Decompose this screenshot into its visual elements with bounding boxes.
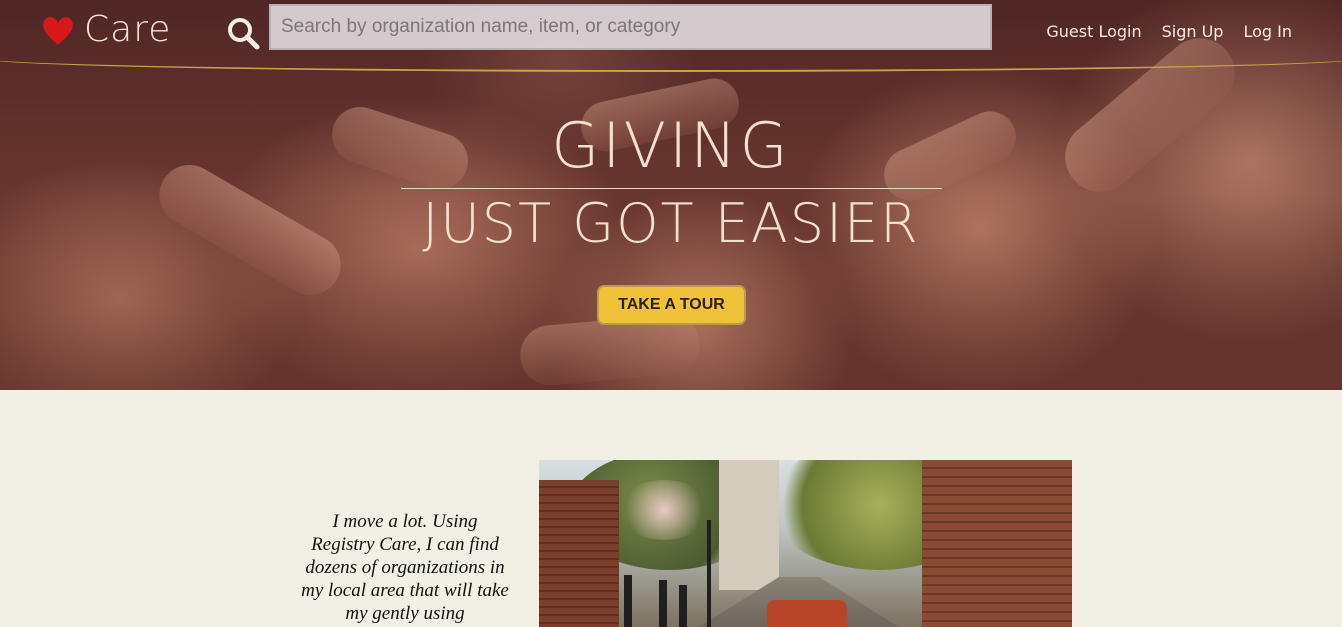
- hero-banner: Care Guest Login Sign Up Log In GIVING J…: [0, 0, 1342, 390]
- top-nav: Guest Login Sign Up Log In: [1046, 22, 1292, 41]
- hero-subtitle: JUST GOT EASIER: [422, 192, 920, 255]
- sign-up-link[interactable]: Sign Up: [1162, 22, 1224, 41]
- heart-icon: [43, 17, 73, 45]
- log-in-link[interactable]: Log In: [1243, 22, 1292, 41]
- take-a-tour-button[interactable]: TAKE A TOUR: [597, 285, 746, 325]
- page: Care Guest Login Sign Up Log In GIVING J…: [0, 0, 1342, 627]
- brand-name: Care: [84, 9, 172, 50]
- hero-rule: [401, 188, 942, 189]
- search-icon[interactable]: [226, 16, 260, 50]
- armchair: [767, 600, 847, 627]
- logo[interactable]: Care: [40, 10, 171, 50]
- street-photo: [539, 460, 1072, 627]
- search-input[interactable]: [269, 4, 992, 50]
- testimonial-quote: I move a lot. Using Registry Care, I can…: [301, 511, 509, 624]
- hero-title: GIVING: [551, 109, 791, 182]
- guest-login-link[interactable]: Guest Login: [1046, 22, 1141, 41]
